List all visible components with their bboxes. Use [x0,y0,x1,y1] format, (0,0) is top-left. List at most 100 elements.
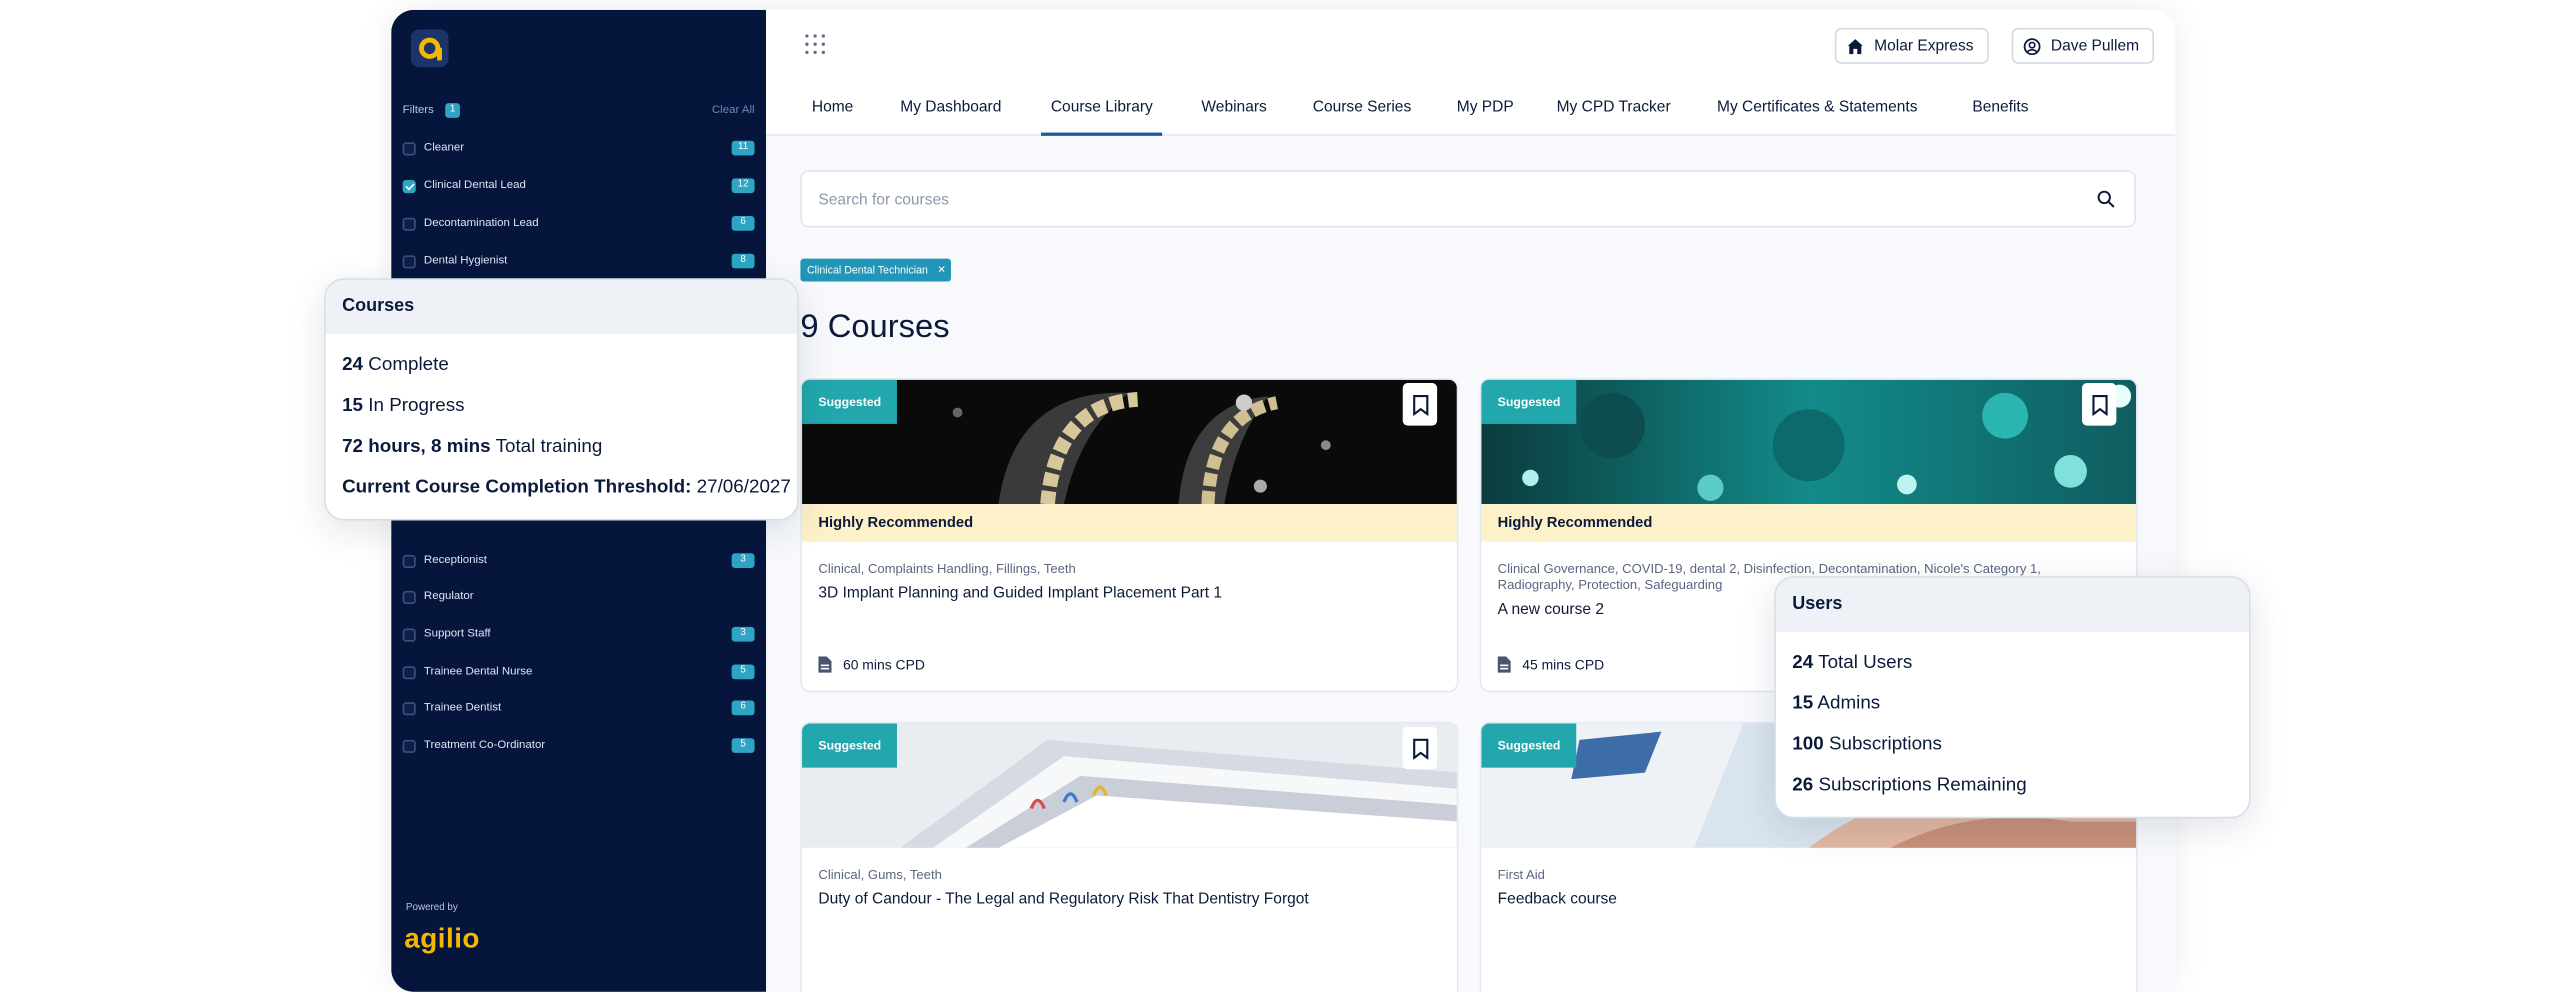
courses-panel-title: Courses [325,279,798,334]
tab-course-library[interactable]: Course Library [1040,98,1164,136]
filter-count-badge: 11 [731,140,755,156]
filter-checkbox[interactable] [402,142,416,156]
filter-count-badge: 3 [731,553,755,568]
search-input[interactable] [818,188,2063,213]
users-panel-title: Users [1775,577,2249,632]
cpd-info: 45 mins CPD [1497,656,1604,673]
bookmark-icon [1412,394,1428,415]
main-content: Molar Express Dave Pullem Home My Dashbo… [766,9,2176,992]
filter-item-clinical-dental-lead[interactable]: Clinical Dental Lead 12 [402,178,755,198]
tab-my-cpd-tracker[interactable]: My CPD Tracker [1557,98,1671,136]
practice-name: Molar Express [1874,36,1974,55]
filter-checkbox[interactable] [402,702,416,716]
filter-item-label: Support Staff [423,628,491,640]
home-icon [1847,38,1863,54]
bookmark-button[interactable] [2082,383,2117,426]
user-menu-button[interactable]: Dave Pullem [2011,27,2154,64]
filter-item-label: Cleaner [423,142,465,154]
filter-item-trainee-dental-nurse[interactable]: Trainee Dental Nurse 5 [402,664,755,685]
search-icon[interactable] [2097,190,2115,208]
filter-item-label: Trainee Dentist [423,702,502,714]
filter-count-badge: 6 [731,700,755,716]
filters-label: Filters [402,104,434,117]
agilio-logo-icon[interactable] [410,29,449,68]
filter-item-trainee-dentist[interactable]: Trainee Dentist 6 [402,700,755,721]
tab-benefits[interactable]: Benefits [1972,98,2028,136]
filter-count-badge: 12 [731,178,755,194]
bookmark-button[interactable] [1402,726,1438,770]
course-title[interactable]: 3D Implant Planning and Guided Implant P… [818,584,1222,602]
filter-item-label: Receptionist [423,554,487,567]
user-name: Dave Pullem [2050,36,2140,55]
courses-threshold-row: Current Course Completion Threshold: 27/… [342,477,791,498]
filter-item-label: Trainee Dental Nurse [423,666,533,678]
suggested-badge: Suggested [1481,723,1577,768]
users-total-row: 24 Total Users [1792,653,1913,673]
tab-my-certificates[interactable]: My Certificates & Statements [1717,98,1917,136]
chip-label: Clinical Dental Technician [806,264,928,276]
suggested-badge: Suggested [802,723,898,768]
cpd-duration: 60 mins CPD [842,656,925,673]
filter-item-decontamination-lead[interactable]: Decontamination Lead 6 [402,216,755,236]
filter-item-treatment-coordinator[interactable]: Treatment Co-Ordinator 5 [402,738,755,758]
powered-by-label: Powered by [405,903,458,914]
courses-complete-row: 24 Complete [342,355,449,375]
filter-checkbox[interactable] [402,217,416,231]
tab-my-pdp[interactable]: My PDP [1457,98,1514,136]
bookmark-button[interactable] [1402,383,1438,426]
filter-item-regulator[interactable]: Regulator [402,589,755,609]
filter-item-label: Decontamination Lead [423,217,539,230]
filter-checkbox-checked[interactable] [402,180,416,194]
filter-count-badge: 3 [731,626,755,642]
recommendation-banner: Highly Recommended [802,504,1457,542]
tab-course-series[interactable]: Course Series [1313,98,1412,136]
bookmark-icon [2091,394,2107,415]
document-icon [818,656,832,673]
course-title[interactable]: Feedback course [1498,890,1617,908]
filters-count-badge: 1 [445,103,460,118]
recommendation-banner: Highly Recommended [1481,504,2137,542]
main-nav: Home My Dashboard Course Library Webinar… [766,92,2175,136]
filter-item-label: Treatment Co-Ordinator [423,739,546,752]
tab-my-dashboard[interactable]: My Dashboard [900,98,1001,136]
filter-item-support-staff[interactable]: Support Staff 3 [402,626,755,647]
filter-item-label: Regulator [423,590,474,603]
course-title[interactable]: A new course 2 [1498,601,1604,619]
filter-count-badge: 5 [731,738,755,753]
clear-all-link[interactable]: Clear All [712,105,755,116]
apps-grid-icon[interactable] [805,34,828,57]
chip-remove-icon[interactable]: × [938,263,946,277]
filters-header: Filters 1 Clear All [403,103,755,123]
filter-checkbox[interactable] [402,628,416,642]
practice-switcher-button[interactable]: Molar Express [1834,27,1989,64]
filter-checkbox[interactable] [402,255,416,269]
filter-checkbox[interactable] [402,554,416,568]
user-circle-icon [2023,37,2041,55]
filter-count-badge: 8 [731,253,755,269]
course-card[interactable]: Suggested Highly Recommended Clinical, C… [800,378,1459,693]
suggested-badge: Suggested [1481,379,1577,424]
course-search-box [800,170,2137,228]
course-title[interactable]: Duty of Candour - The Legal and Regulato… [818,890,1308,908]
filter-item-dental-hygienist[interactable]: Dental Hygienist 8 [402,253,755,274]
suggested-badge: Suggested [802,379,898,424]
tab-webinars[interactable]: Webinars [1201,98,1266,136]
filter-checkbox[interactable] [402,666,416,680]
tab-home[interactable]: Home [812,98,853,136]
users-subscriptions-row: 100 Subscriptions [1792,734,1942,755]
top-header: Molar Express Dave Pullem Home My Dashbo… [766,9,2176,136]
filter-checkbox[interactable] [402,739,416,753]
filter-checkbox[interactable] [402,590,416,604]
filter-count-badge: 6 [731,216,755,231]
bookmark-icon [1412,737,1428,759]
course-card[interactable]: Suggested Clinical, Gums, Teeth Duty of … [800,721,1459,992]
courses-in-progress-row: 15 In Progress [342,396,465,416]
users-stats-panel: Users 24 Total Users 15 Admins 100 Subsc… [1774,576,2251,819]
courses-total-training-row: 72 hours, 8 mins Total training [342,437,603,457]
filter-item-cleaner[interactable]: Cleaner 11 [402,140,755,161]
course-tags: Clinical, Complaints Handling, Fillings,… [818,561,1076,577]
filter-item-label: Clinical Dental Lead [423,180,526,192]
document-icon [1497,656,1511,673]
courses-count-title: 9 Courses [800,309,950,346]
filter-item-receptionist[interactable]: Receptionist 3 [402,553,755,573]
